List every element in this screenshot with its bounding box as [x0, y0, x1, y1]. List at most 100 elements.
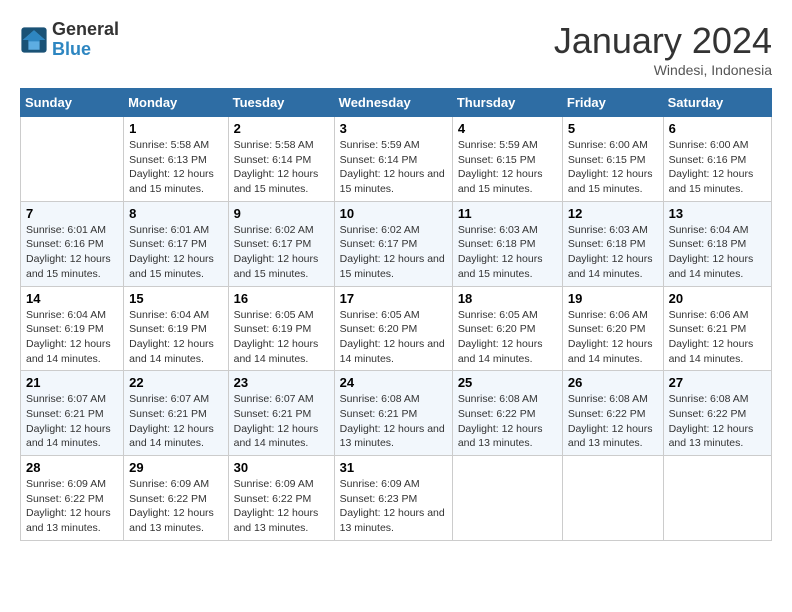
calendar-table: SundayMondayTuesdayWednesdayThursdayFrid… — [20, 88, 772, 541]
calendar-cell: 11 Sunrise: 6:03 AMSunset: 6:18 PMDayligh… — [452, 201, 562, 286]
day-number: 17 — [340, 291, 447, 306]
calendar-cell: 29 Sunrise: 6:09 AMSunset: 6:22 PMDayligh… — [124, 456, 228, 541]
weekday-header-row: SundayMondayTuesdayWednesdayThursdayFrid… — [21, 89, 772, 117]
calendar-cell: 13 Sunrise: 6:04 AMSunset: 6:18 PMDayligh… — [663, 201, 771, 286]
day-info: Sunrise: 5:59 AMSunset: 6:15 PMDaylight:… — [458, 138, 557, 197]
day-info: Sunrise: 6:09 AMSunset: 6:23 PMDaylight:… — [340, 477, 447, 536]
day-info: Sunrise: 6:04 AMSunset: 6:19 PMDaylight:… — [26, 308, 118, 367]
day-number: 22 — [129, 375, 222, 390]
calendar-cell: 30 Sunrise: 6:09 AMSunset: 6:22 PMDayligh… — [228, 456, 334, 541]
calendar-cell: 7Sunrise: 6:01 AMSunset: 6:16 PMDaylight… — [21, 201, 124, 286]
month-title: January 2024 — [554, 20, 772, 62]
day-number: 18 — [458, 291, 557, 306]
logo: General Blue — [20, 20, 119, 60]
calendar-cell: 14 Sunrise: 6:04 AMSunset: 6:19 PMDayligh… — [21, 286, 124, 371]
day-info: Sunrise: 6:09 AMSunset: 6:22 PMDaylight:… — [129, 477, 222, 536]
calendar-cell: 5 Sunrise: 6:00 AMSunset: 6:15 PMDaylight… — [562, 117, 663, 202]
calendar-cell: 23Sunrise: 6:07 AMSunset: 6:21 PMDayligh… — [228, 371, 334, 456]
logo-icon — [20, 26, 48, 54]
weekday-header-sunday: Sunday — [21, 89, 124, 117]
day-info: Sunrise: 6:05 AMSunset: 6:20 PMDaylight:… — [340, 308, 447, 367]
day-info: Sunrise: 6:04 AMSunset: 6:19 PMDaylight:… — [129, 308, 222, 367]
calendar-cell: 1 Sunrise: 5:58 AMSunset: 6:13 PMDaylight… — [124, 117, 228, 202]
day-number: 9 — [234, 206, 329, 221]
day-info: Sunrise: 6:02 AMSunset: 6:17 PMDaylight:… — [234, 223, 329, 282]
day-number: 14 — [26, 291, 118, 306]
day-number: 27 — [669, 375, 766, 390]
day-number: 24 — [340, 375, 447, 390]
day-info: Sunrise: 6:04 AMSunset: 6:18 PMDaylight:… — [669, 223, 766, 282]
day-info: Sunrise: 6:01 AMSunset: 6:17 PMDaylight:… — [129, 223, 222, 282]
day-number: 7 — [26, 206, 118, 221]
calendar-cell: 21 Sunrise: 6:07 AMSunset: 6:21 PMDayligh… — [21, 371, 124, 456]
day-info: Sunrise: 6:06 AMSunset: 6:21 PMDaylight:… — [669, 308, 766, 367]
calendar-cell: 12 Sunrise: 6:03 AMSunset: 6:18 PMDayligh… — [562, 201, 663, 286]
day-number: 28 — [26, 460, 118, 475]
calendar-cell — [663, 456, 771, 541]
calendar-week-row: 1 Sunrise: 5:58 AMSunset: 6:13 PMDaylight… — [21, 117, 772, 202]
calendar-cell: 25Sunrise: 6:08 AMSunset: 6:22 PMDayligh… — [452, 371, 562, 456]
calendar-week-row: 14 Sunrise: 6:04 AMSunset: 6:19 PMDayligh… — [21, 286, 772, 371]
day-number: 15 — [129, 291, 222, 306]
calendar-cell: 15 Sunrise: 6:04 AMSunset: 6:19 PMDayligh… — [124, 286, 228, 371]
calendar-cell: 9 Sunrise: 6:02 AMSunset: 6:17 PMDaylight… — [228, 201, 334, 286]
calendar-cell — [452, 456, 562, 541]
day-number: 8 — [129, 206, 222, 221]
day-info: Sunrise: 6:00 AMSunset: 6:15 PMDaylight:… — [568, 138, 658, 197]
calendar-cell: 6 Sunrise: 6:00 AMSunset: 6:16 PMDaylight… — [663, 117, 771, 202]
calendar-cell — [562, 456, 663, 541]
day-info: Sunrise: 6:09 AMSunset: 6:22 PMDaylight:… — [234, 477, 329, 536]
title-area: January 2024 Windesi, Indonesia — [554, 20, 772, 78]
calendar-cell: 18 Sunrise: 6:05 AMSunset: 6:20 PMDayligh… — [452, 286, 562, 371]
day-number: 16 — [234, 291, 329, 306]
day-info: Sunrise: 6:07 AMSunset: 6:21 PMDaylight:… — [129, 392, 222, 451]
day-info: Sunrise: 6:05 AMSunset: 6:20 PMDaylight:… — [458, 308, 557, 367]
day-info: Sunrise: 6:08 AMSunset: 6:22 PMDaylight:… — [568, 392, 658, 451]
day-info: Sunrise: 6:03 AMSunset: 6:18 PMDaylight:… — [458, 223, 557, 282]
day-number: 31 — [340, 460, 447, 475]
page-header: General Blue January 2024 Windesi, Indon… — [20, 20, 772, 78]
day-info: Sunrise: 6:09 AMSunset: 6:22 PMDaylight:… — [26, 477, 118, 536]
calendar-cell: 3Sunrise: 5:59 AMSunset: 6:14 PMDaylight… — [334, 117, 452, 202]
day-info: Sunrise: 6:02 AMSunset: 6:17 PMDaylight:… — [340, 223, 447, 282]
calendar-week-row: 7Sunrise: 6:01 AMSunset: 6:16 PMDaylight… — [21, 201, 772, 286]
calendar-cell: 20 Sunrise: 6:06 AMSunset: 6:21 PMDayligh… — [663, 286, 771, 371]
calendar-cell: 17 Sunrise: 6:05 AMSunset: 6:20 PMDayligh… — [334, 286, 452, 371]
calendar-cell: 24 Sunrise: 6:08 AMSunset: 6:21 PMDayligh… — [334, 371, 452, 456]
calendar-cell: 31 Sunrise: 6:09 AMSunset: 6:23 PMDayligh… — [334, 456, 452, 541]
day-number: 20 — [669, 291, 766, 306]
day-info: Sunrise: 6:03 AMSunset: 6:18 PMDaylight:… — [568, 223, 658, 282]
day-number: 13 — [669, 206, 766, 221]
day-info: Sunrise: 5:58 AMSunset: 6:14 PMDaylight:… — [234, 138, 329, 197]
calendar-cell: 28 Sunrise: 6:09 AMSunset: 6:22 PMDayligh… — [21, 456, 124, 541]
weekday-header-thursday: Thursday — [452, 89, 562, 117]
day-info: Sunrise: 6:06 AMSunset: 6:20 PMDaylight:… — [568, 308, 658, 367]
day-number: 3 — [340, 121, 447, 136]
day-number: 30 — [234, 460, 329, 475]
logo-line2: Blue — [52, 40, 119, 60]
day-number: 11 — [458, 206, 557, 221]
weekday-header-tuesday: Tuesday — [228, 89, 334, 117]
calendar-cell: 16Sunrise: 6:05 AMSunset: 6:19 PMDayligh… — [228, 286, 334, 371]
calendar-cell: 27Sunrise: 6:08 AMSunset: 6:22 PMDayligh… — [663, 371, 771, 456]
day-number: 5 — [568, 121, 658, 136]
calendar-cell: 19Sunrise: 6:06 AMSunset: 6:20 PMDayligh… — [562, 286, 663, 371]
day-number: 12 — [568, 206, 658, 221]
calendar-cell — [21, 117, 124, 202]
calendar-week-row: 21 Sunrise: 6:07 AMSunset: 6:21 PMDayligh… — [21, 371, 772, 456]
day-number: 21 — [26, 375, 118, 390]
logo-line1: General — [52, 20, 119, 40]
day-number: 6 — [669, 121, 766, 136]
day-info: Sunrise: 6:07 AMSunset: 6:21 PMDaylight:… — [26, 392, 118, 451]
day-info: Sunrise: 5:58 AMSunset: 6:13 PMDaylight:… — [129, 138, 222, 197]
day-number: 1 — [129, 121, 222, 136]
weekday-header-friday: Friday — [562, 89, 663, 117]
day-info: Sunrise: 6:08 AMSunset: 6:21 PMDaylight:… — [340, 392, 447, 451]
day-number: 25 — [458, 375, 557, 390]
weekday-header-saturday: Saturday — [663, 89, 771, 117]
day-number: 29 — [129, 460, 222, 475]
day-info: Sunrise: 6:00 AMSunset: 6:16 PMDaylight:… — [669, 138, 766, 197]
day-number: 26 — [568, 375, 658, 390]
weekday-header-wednesday: Wednesday — [334, 89, 452, 117]
logo-text: General Blue — [52, 20, 119, 60]
